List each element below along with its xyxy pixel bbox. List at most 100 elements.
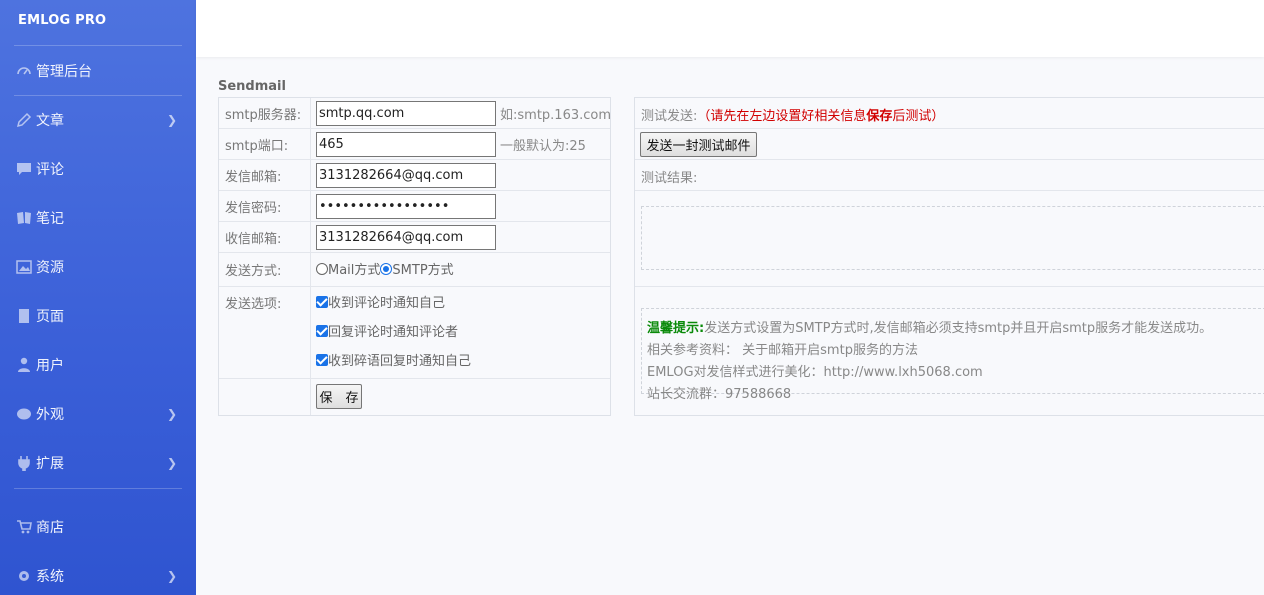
test-send-note-bold: 保存 [866,109,893,124]
dashboard-icon [15,62,33,80]
sidebar-item-system[interactable]: 系统 ❯ [0,561,196,591]
send-method-label: 发送方式: [219,253,311,286]
send-method-options: Mail方式 SMTP方式 [316,259,454,278]
brand-logo[interactable]: EMLOG PRO [18,13,106,28]
sidebar-item-label: 系统 [36,569,64,585]
sidebar-item-store[interactable]: 商店 [0,512,196,542]
test-result-row: 测试结果: [635,160,1264,191]
sidebar-item-label: 笔记 [36,211,64,227]
sidebar-item-label: 管理后台 [36,64,92,80]
page-title: Sendmail [218,79,286,94]
smtp-port-row: smtp端口: 465 一般默认为:25 [219,129,610,160]
beautify-link[interactable]: http://www.lxh5068.com [824,365,983,380]
beautify-label: EMLOG对发信样式进行美化： [647,365,824,380]
sidebar-item-appearance[interactable]: 外观 ❯ [0,399,196,429]
checkbox-checked[interactable] [316,296,328,308]
smtp-method-label[interactable]: SMTP方式 [392,263,453,278]
comment-icon [15,160,33,178]
sidebar-item-articles[interactable]: 文章 ❯ [0,105,196,135]
smtp-method-radio[interactable] [380,263,393,275]
sidebar-item-notes[interactable]: 笔记 [0,203,196,233]
sidebar-item-comments[interactable]: 评论 [0,154,196,184]
sender-email-input[interactable]: 3131282664@qq.com [316,163,496,188]
save-button[interactable]: 保 存 [316,384,362,409]
pencil-icon [15,111,33,129]
smtp-port-hint: 一般默认为:25 [500,138,586,154]
sender-password-label: 发信密码: [219,191,311,221]
sidebar-item-resources[interactable]: 资源 [0,252,196,282]
sidebar-item-pages[interactable]: 页面 [0,301,196,331]
topbar [196,0,1264,57]
test-result-box [641,206,1264,270]
chevron-right-icon: ❯ [166,113,178,127]
sidebar-item-label: 商店 [36,520,64,536]
sidebar-divider [14,45,182,46]
tip-line: 温馨提示:发送方式设置为SMTP方式时,发信邮箱必须支持smtp并且开启smtp… [647,318,1212,340]
option-notify-self-on-twitter-reply[interactable]: 收到碎语回复时通知自己 [316,350,471,369]
tip-line: 相关参考资料： 关于邮箱开启smtp服务的方法 [647,340,1212,362]
test-panel: 测试发送:（请先在左边设置好相关信息保存后测试） 发送一封测试邮件 测试结果: … [634,97,1264,416]
sender-email-row: 发信邮箱: 3131282664@qq.com [219,160,610,191]
test-button-row: 发送一封测试邮件 [635,129,1264,160]
tip-line: EMLOG对发信样式进行美化：http://www.lxh5068.com [647,362,1212,384]
chevron-right-icon: ❯ [166,407,178,421]
sidebar-item-label: 扩展 [36,456,64,472]
tips-content: 温馨提示:发送方式设置为SMTP方式时,发信邮箱必须支持smtp并且开启smtp… [647,318,1212,406]
group-label: 站长交流群： [647,387,726,402]
checkbox-checked[interactable] [316,325,328,337]
send-options-row: 发送选项: 收到评论时通知自己 回复评论时通知评论者 收到碎语回复时通知自己 [219,287,610,379]
sidebar: EMLOG PRO 管理后台 文章 ❯ 评论 笔记 资源 页面 用户 外观 ❯ … [0,0,196,595]
smtp-settings-panel: smtp服务器: smtp.qq.com 如:smtp.163.com smtp… [218,97,611,416]
option-notify-self-on-comment[interactable]: 收到评论时通知自己 [316,292,445,311]
plug-icon [15,454,33,472]
receiver-email-input[interactable]: 3131282664@qq.com [316,225,496,250]
test-result-label: 测试结果: [641,171,698,186]
test-result-area-row [635,191,1264,287]
sidebar-item-extensions[interactable]: 扩展 ❯ [0,448,196,478]
test-send-note-end: 后测试） [892,109,945,124]
option-notify-commenter-on-reply[interactable]: 回复评论时通知评论者 [316,321,458,340]
tip-title: 温馨提示: [647,321,705,336]
palette-icon [15,405,33,423]
page-icon [15,307,33,325]
ref-link[interactable]: 关于邮箱开启smtp服务的方法 [742,343,918,358]
sidebar-item-dashboard[interactable]: 管理后台 [0,56,196,86]
sidebar-item-label: 评论 [36,162,64,178]
sidebar-item-users[interactable]: 用户 [0,350,196,380]
chevron-right-icon: ❯ [166,456,178,470]
sender-password-row: 发信密码: ••••••••••••••••• [219,191,610,222]
receiver-email-row: 收信邮箱: 3131282664@qq.com [219,222,610,253]
image-icon [15,258,33,276]
sidebar-divider [14,488,182,489]
smtp-port-label: smtp端口: [219,129,311,159]
sidebar-item-label: 外观 [36,407,64,423]
send-options-label: 发送选项: [219,287,311,378]
mail-method-label[interactable]: Mail方式 [328,263,380,278]
test-send-text: 测试发送:（请先在左边设置好相关信息保存后测试） [641,105,944,124]
test-send-note: （请先在左边设置好相关信息 [697,109,867,124]
smtp-server-input[interactable]: smtp.qq.com [316,101,496,126]
ref-label: 相关参考资料： [647,343,739,358]
save-row-label [219,379,311,415]
cart-icon [15,518,33,536]
group-number: 97588668 [725,387,792,402]
option-label: 收到碎语回复时通知自己 [328,354,472,369]
tip-text: 发送方式设置为SMTP方式时,发信邮箱必须支持smtp并且开启smtp服务才能发… [704,321,1213,336]
gear-icon [15,567,33,585]
test-send-row: 测试发送:（请先在左边设置好相关信息保存后测试） [635,98,1264,129]
send-method-row: 发送方式: Mail方式 SMTP方式 [219,253,610,287]
note-icon [15,209,33,227]
smtp-server-hint: 如:smtp.163.com [500,107,612,123]
sidebar-item-label: 文章 [36,113,64,129]
checkbox-checked[interactable] [316,354,328,366]
sidebar-item-label: 资源 [36,260,64,276]
send-test-email-button[interactable]: 发送一封测试邮件 [640,132,757,157]
smtp-server-label: smtp服务器: [219,98,311,128]
smtp-port-input[interactable]: 465 [316,132,496,157]
sidebar-item-label: 用户 [36,358,64,374]
sender-password-input[interactable]: ••••••••••••••••• [316,194,496,219]
sidebar-divider [14,95,182,96]
option-label: 收到评论时通知自己 [328,296,446,311]
chevron-right-icon: ❯ [166,569,178,583]
mail-method-radio[interactable] [316,263,328,275]
